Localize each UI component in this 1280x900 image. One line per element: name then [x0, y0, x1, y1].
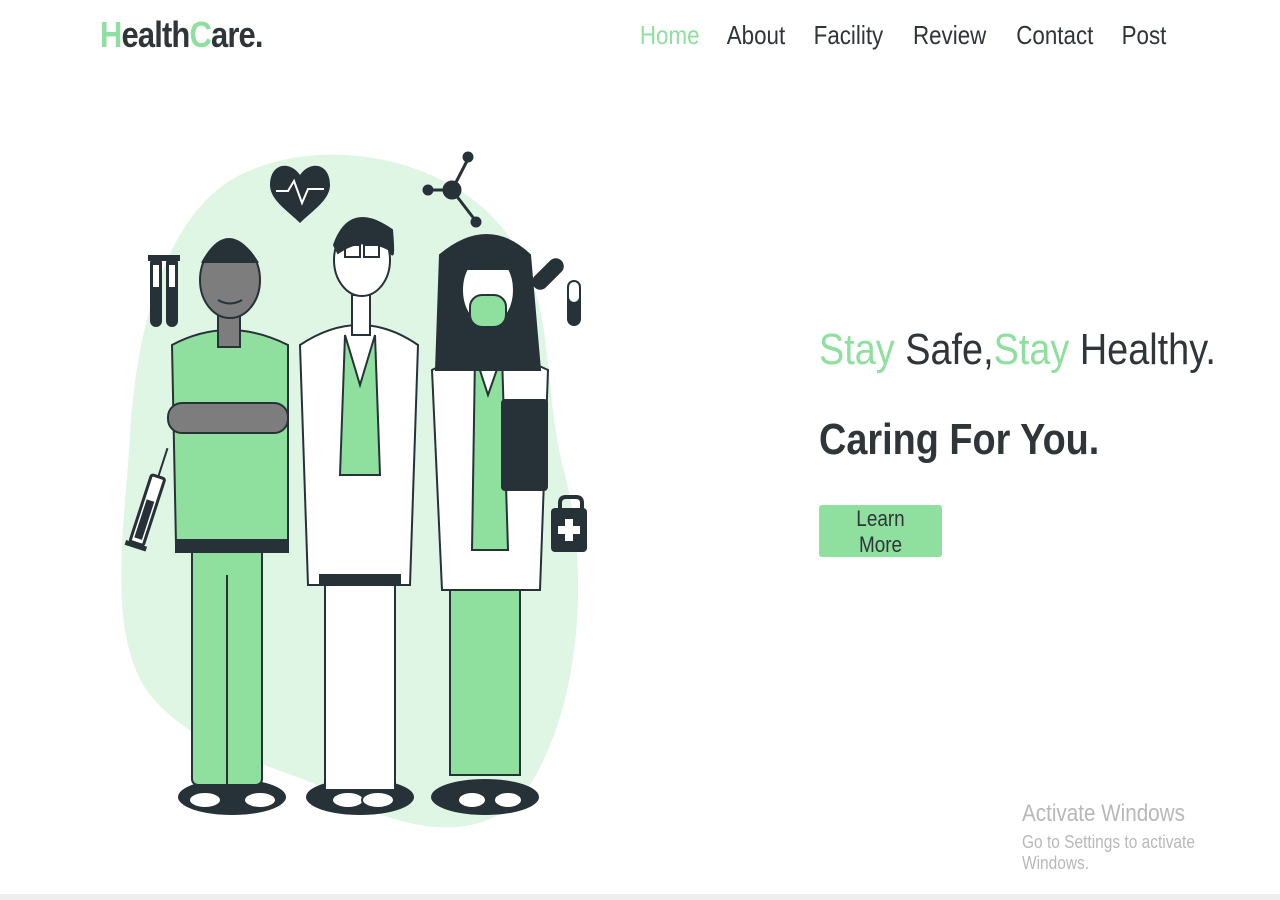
nav-review[interactable]: Review [913, 20, 986, 51]
main-nav: Home About Facility Review Contact Post [635, 20, 1170, 51]
learn-more-button[interactable]: Learn More [819, 505, 942, 557]
headline-safe: Safe, [894, 325, 994, 374]
nav-about[interactable]: About [727, 20, 785, 51]
activate-windows-watermark: Activate Windows Go to Settings to activ… [1022, 800, 1280, 874]
hero-subline: Caring For You. [819, 415, 1100, 464]
brand-logo[interactable]: HealthCare. [100, 14, 263, 56]
headline-healthy: Healthy. [1069, 325, 1216, 374]
nav-facility[interactable]: Facility [814, 20, 884, 51]
healthcare-workers-illustration [121, 151, 587, 828]
activate-windows-title: Activate Windows [1022, 800, 1185, 827]
headline-stay-2: Stay [993, 325, 1070, 374]
logo-text-are: are. [210, 14, 264, 55]
bottom-scroll-edge [0, 894, 1280, 900]
nav-home[interactable]: Home [640, 20, 700, 51]
nav-contact[interactable]: Contact [1017, 20, 1094, 51]
headline-stay-1: Stay [819, 325, 895, 374]
logo-letter-h: H [100, 14, 122, 55]
nav-post[interactable]: Post [1122, 20, 1167, 51]
logo-text-ealth: ealth [121, 14, 191, 55]
hero-headline: Stay Safe,Stay Healthy. [819, 325, 1216, 375]
logo-letter-c: C [189, 14, 211, 55]
activate-windows-subtitle: Go to Settings to activate Windows. [1022, 832, 1195, 873]
learn-more-label: Learn More [856, 506, 905, 557]
